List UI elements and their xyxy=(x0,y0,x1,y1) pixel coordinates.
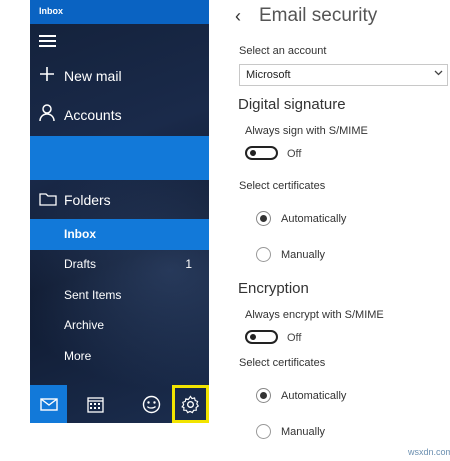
plus-icon xyxy=(39,66,55,85)
digital-signature-heading: Digital signature xyxy=(238,96,346,113)
sign-cert-automatic-label: Automatically xyxy=(281,213,347,225)
page-title: Email security xyxy=(259,5,378,26)
sign-cert-label: Select certificates xyxy=(239,180,326,192)
folder-label: More xyxy=(64,349,92,363)
toggle-knob xyxy=(250,334,256,340)
new-mail-button[interactable]: New mail xyxy=(30,66,209,88)
encrypt-toggle-label: Always encrypt with S/MIME xyxy=(245,309,384,321)
smiley-icon xyxy=(142,395,161,419)
encrypt-toggle-state: Off xyxy=(287,332,302,344)
folder-label: Drafts xyxy=(64,257,97,271)
back-button[interactable]: ‹ xyxy=(235,6,241,27)
encrypt-smime-toggle[interactable] xyxy=(245,330,278,344)
encrypt-cert-manual-radio[interactable] xyxy=(256,424,271,439)
chevron-down-icon xyxy=(434,68,443,80)
account-select[interactable]: Microsoft xyxy=(239,64,448,86)
gear-icon xyxy=(181,395,200,419)
sign-toggle-label: Always sign with S/MIME xyxy=(245,125,368,137)
encrypt-cert-manual-label: Manually xyxy=(281,426,326,438)
new-mail-label: New mail xyxy=(64,68,122,84)
watermark: wsxdn.com xyxy=(408,447,450,457)
mail-icon xyxy=(40,398,58,416)
folder-label: Archive xyxy=(64,318,105,332)
encrypt-cert-automatic-label: Automatically xyxy=(281,390,347,402)
navigation-pane: Inbox New mail Accounts Folders Inbox Dr… xyxy=(30,0,209,423)
hamburger-menu-icon[interactable] xyxy=(39,35,56,48)
calendar-button[interactable] xyxy=(77,385,114,423)
settings-button[interactable] xyxy=(172,385,209,423)
toggle-knob xyxy=(250,150,256,156)
sign-toggle-state: Off xyxy=(287,148,302,160)
folder-item-more[interactable]: More xyxy=(30,341,209,372)
calendar-icon xyxy=(87,396,104,418)
sign-cert-manual-label: Manually xyxy=(281,249,326,261)
account-entry[interactable] xyxy=(30,136,209,180)
folder-label: Sent Items xyxy=(64,288,122,302)
bottom-toolbar xyxy=(30,385,209,423)
account-select-value: Microsoft xyxy=(246,69,291,81)
encrypt-cert-automatic-radio[interactable] xyxy=(256,388,271,403)
email-security-pane: ‹ Email security Select an account Micro… xyxy=(209,0,450,461)
encrypt-cert-label: Select certificates xyxy=(239,357,326,369)
folder-item-archive[interactable]: Archive xyxy=(30,310,209,341)
select-account-label: Select an account xyxy=(239,45,327,57)
sign-cert-manual-radio[interactable] xyxy=(256,247,271,262)
window-title: Inbox xyxy=(39,6,63,16)
feedback-button[interactable] xyxy=(133,385,170,423)
folders-button[interactable]: Folders xyxy=(30,190,209,212)
folders-label: Folders xyxy=(64,192,111,208)
sign-cert-automatic-radio[interactable] xyxy=(256,211,271,226)
sign-smime-toggle[interactable] xyxy=(245,146,278,160)
folder-item-sent-items[interactable]: Sent Items xyxy=(30,280,209,311)
encryption-heading: Encryption xyxy=(238,280,309,297)
accounts-label: Accounts xyxy=(64,107,122,123)
accounts-button[interactable]: Accounts xyxy=(30,104,209,126)
folder-icon xyxy=(39,192,57,209)
folder-item-inbox[interactable]: Inbox xyxy=(30,219,209,250)
window-titlebar: Inbox xyxy=(30,0,209,24)
folder-label: Inbox xyxy=(64,227,96,241)
mail-button[interactable] xyxy=(30,385,67,423)
folder-count: 1 xyxy=(185,257,192,271)
person-icon xyxy=(39,104,55,125)
folder-item-drafts[interactable]: Drafts 1 xyxy=(30,249,209,280)
